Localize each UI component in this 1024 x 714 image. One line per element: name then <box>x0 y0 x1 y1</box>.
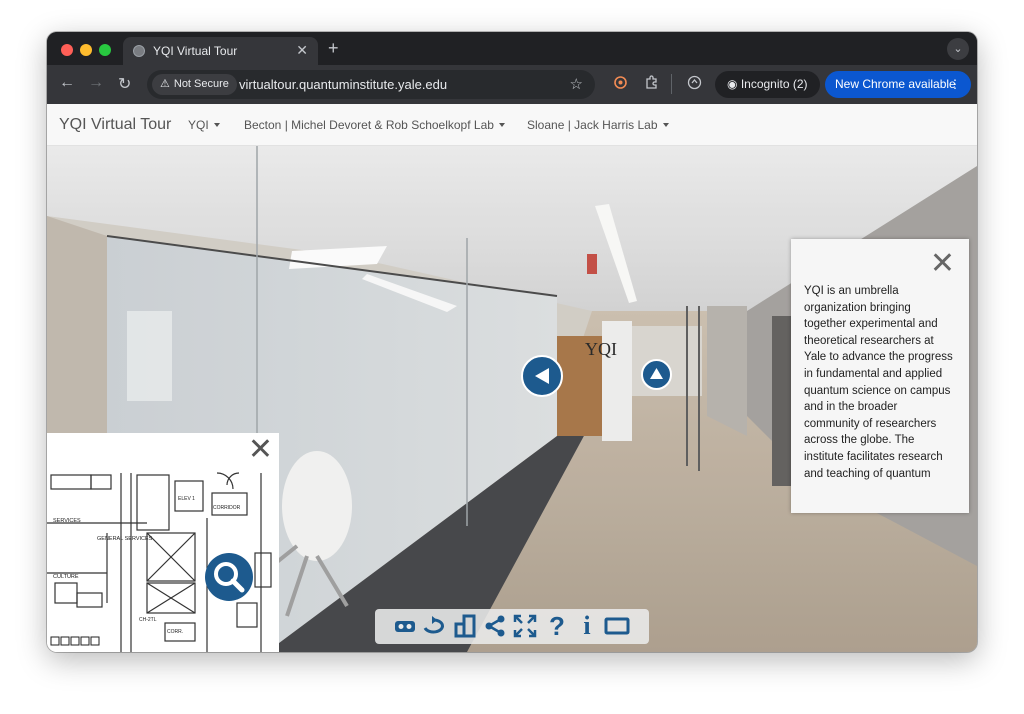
hotspot-up[interactable] <box>641 359 672 390</box>
warning-icon: ⚠ <box>160 78 170 90</box>
caret-down-icon <box>498 123 505 127</box>
new-chrome-available-button[interactable]: New Chrome available ⋮ <box>825 71 971 98</box>
floorplan-minimap[interactable]: SERVICES GENERAL SERVICES ELEV 1 CORRIDO… <box>47 433 279 652</box>
autorotate-button[interactable] <box>419 612 447 640</box>
tab-strip: YQI Virtual Tour ✕ + ⌄ <box>47 32 977 65</box>
floorplan-icon <box>454 614 476 638</box>
incognito-icon: ◉ <box>727 77 741 91</box>
incognito-label: Incognito (2) <box>740 77 808 91</box>
minimap-close-icon[interactable]: ✕ <box>248 435 273 465</box>
info-text: YQI is an umbrella organization bringing… <box>804 285 953 480</box>
bookmark-star-icon[interactable]: ☆ <box>570 75 583 93</box>
browser-window: YQI Virtual Tour ✕ + ⌄ ← → ↻ ⚠ Not Secure… <box>47 32 977 652</box>
rotate-360-icon <box>423 616 444 634</box>
info-button[interactable]: i <box>573 612 601 640</box>
hotspot-left[interactable] <box>521 355 563 397</box>
floorplan-button[interactable] <box>451 612 479 640</box>
menu-yqi[interactable]: YQI <box>188 118 220 132</box>
site-navbar: YQI Virtual Tour YQI Becton | Michel Dev… <box>47 104 977 146</box>
window-mode-button[interactable] <box>603 612 631 640</box>
active-tab[interactable]: YQI Virtual Tour ✕ <box>123 37 318 65</box>
url-text[interactable]: virtualtour.quantuminstitute.yale.edu <box>239 77 447 92</box>
menu-yqi-label: YQI <box>188 118 209 132</box>
menu-becton[interactable]: Becton | Michel Devoret & Rob Schoelkopf… <box>244 118 505 132</box>
arrow-left-icon <box>535 368 549 384</box>
minimap-label: CORR. <box>167 629 183 635</box>
minimap-label: CULTURE <box>53 574 79 580</box>
help-button[interactable]: ? <box>543 612 571 640</box>
close-window-button[interactable] <box>61 44 73 56</box>
share-button[interactable] <box>481 612 509 640</box>
reload-button[interactable]: ↻ <box>118 74 131 94</box>
minimap-label: ELEV 1 <box>178 496 195 502</box>
tab-search-button[interactable]: ⌄ <box>947 38 969 60</box>
menu-sloane-label: Sloane | Jack Harris Lab <box>527 118 658 132</box>
window-icon <box>604 617 630 635</box>
minimap-label: SERVICES <box>53 518 81 524</box>
info-close-icon[interactable]: ✕ <box>930 249 955 279</box>
security-label: Not Secure <box>173 78 229 90</box>
magnifier-icon <box>214 562 245 593</box>
maximize-window-button[interactable] <box>99 44 111 56</box>
forward-button[interactable]: → <box>88 74 104 92</box>
new-tab-button[interactable]: + <box>328 38 339 59</box>
minimap-label: CH-2TL <box>139 617 157 623</box>
minimap-label: GENERAL SERVICES <box>97 536 153 542</box>
wall-sign: YQI <box>585 339 617 359</box>
tab-title: YQI Virtual Tour <box>153 44 238 58</box>
minimap-zoom-button[interactable] <box>205 553 253 601</box>
caret-down-icon <box>662 123 669 127</box>
kebab-menu-icon[interactable]: ⋮ <box>949 71 961 98</box>
vr-goggles-icon <box>395 621 415 632</box>
arrow-up-icon <box>650 368 663 379</box>
browser-toolbar: ← → ↻ ⚠ Not Secure virtualtour.quantumins… <box>47 65 977 104</box>
update-label: New Chrome available <box>835 77 956 91</box>
minimize-window-button[interactable] <box>80 44 92 56</box>
extensions-puzzle-icon[interactable] <box>644 75 659 93</box>
fullscreen-button[interactable] <box>511 612 539 640</box>
security-chip[interactable]: ⚠ Not Secure <box>152 74 237 95</box>
performance-icon[interactable] <box>687 75 702 93</box>
fullscreen-icon <box>513 614 537 638</box>
panorama-viewer[interactable]: YQI ✕ YQI is an umbrella organization br… <box>47 146 977 652</box>
back-button[interactable]: ← <box>59 74 75 92</box>
globe-icon <box>133 45 145 57</box>
menu-becton-label: Becton | Michel Devoret & Rob Schoelkopf… <box>244 118 494 132</box>
minimap-label: CORRIDOR <box>213 505 241 511</box>
address-bar[interactable]: ⚠ Not Secure virtualtour.quantuminstitute… <box>147 70 595 99</box>
info-panel: ✕ YQI is an umbrella organization bringi… <box>791 239 969 513</box>
viewer-control-bar: ? i <box>375 609 649 644</box>
toolbar-divider <box>671 74 672 94</box>
floorplan-drawing: SERVICES GENERAL SERVICES ELEV 1 CORRIDO… <box>47 433 279 652</box>
incognito-chip[interactable]: ◉ Incognito (2) <box>715 71 820 98</box>
share-icon <box>485 615 505 637</box>
tab-close-icon[interactable]: ✕ <box>296 42 308 59</box>
extension-icon[interactable] <box>613 75 628 93</box>
site-brand[interactable]: YQI Virtual Tour <box>59 116 171 134</box>
caret-down-icon <box>213 123 220 127</box>
menu-sloane[interactable]: Sloane | Jack Harris Lab <box>527 118 669 132</box>
vr-mode-button[interactable] <box>391 612 419 640</box>
